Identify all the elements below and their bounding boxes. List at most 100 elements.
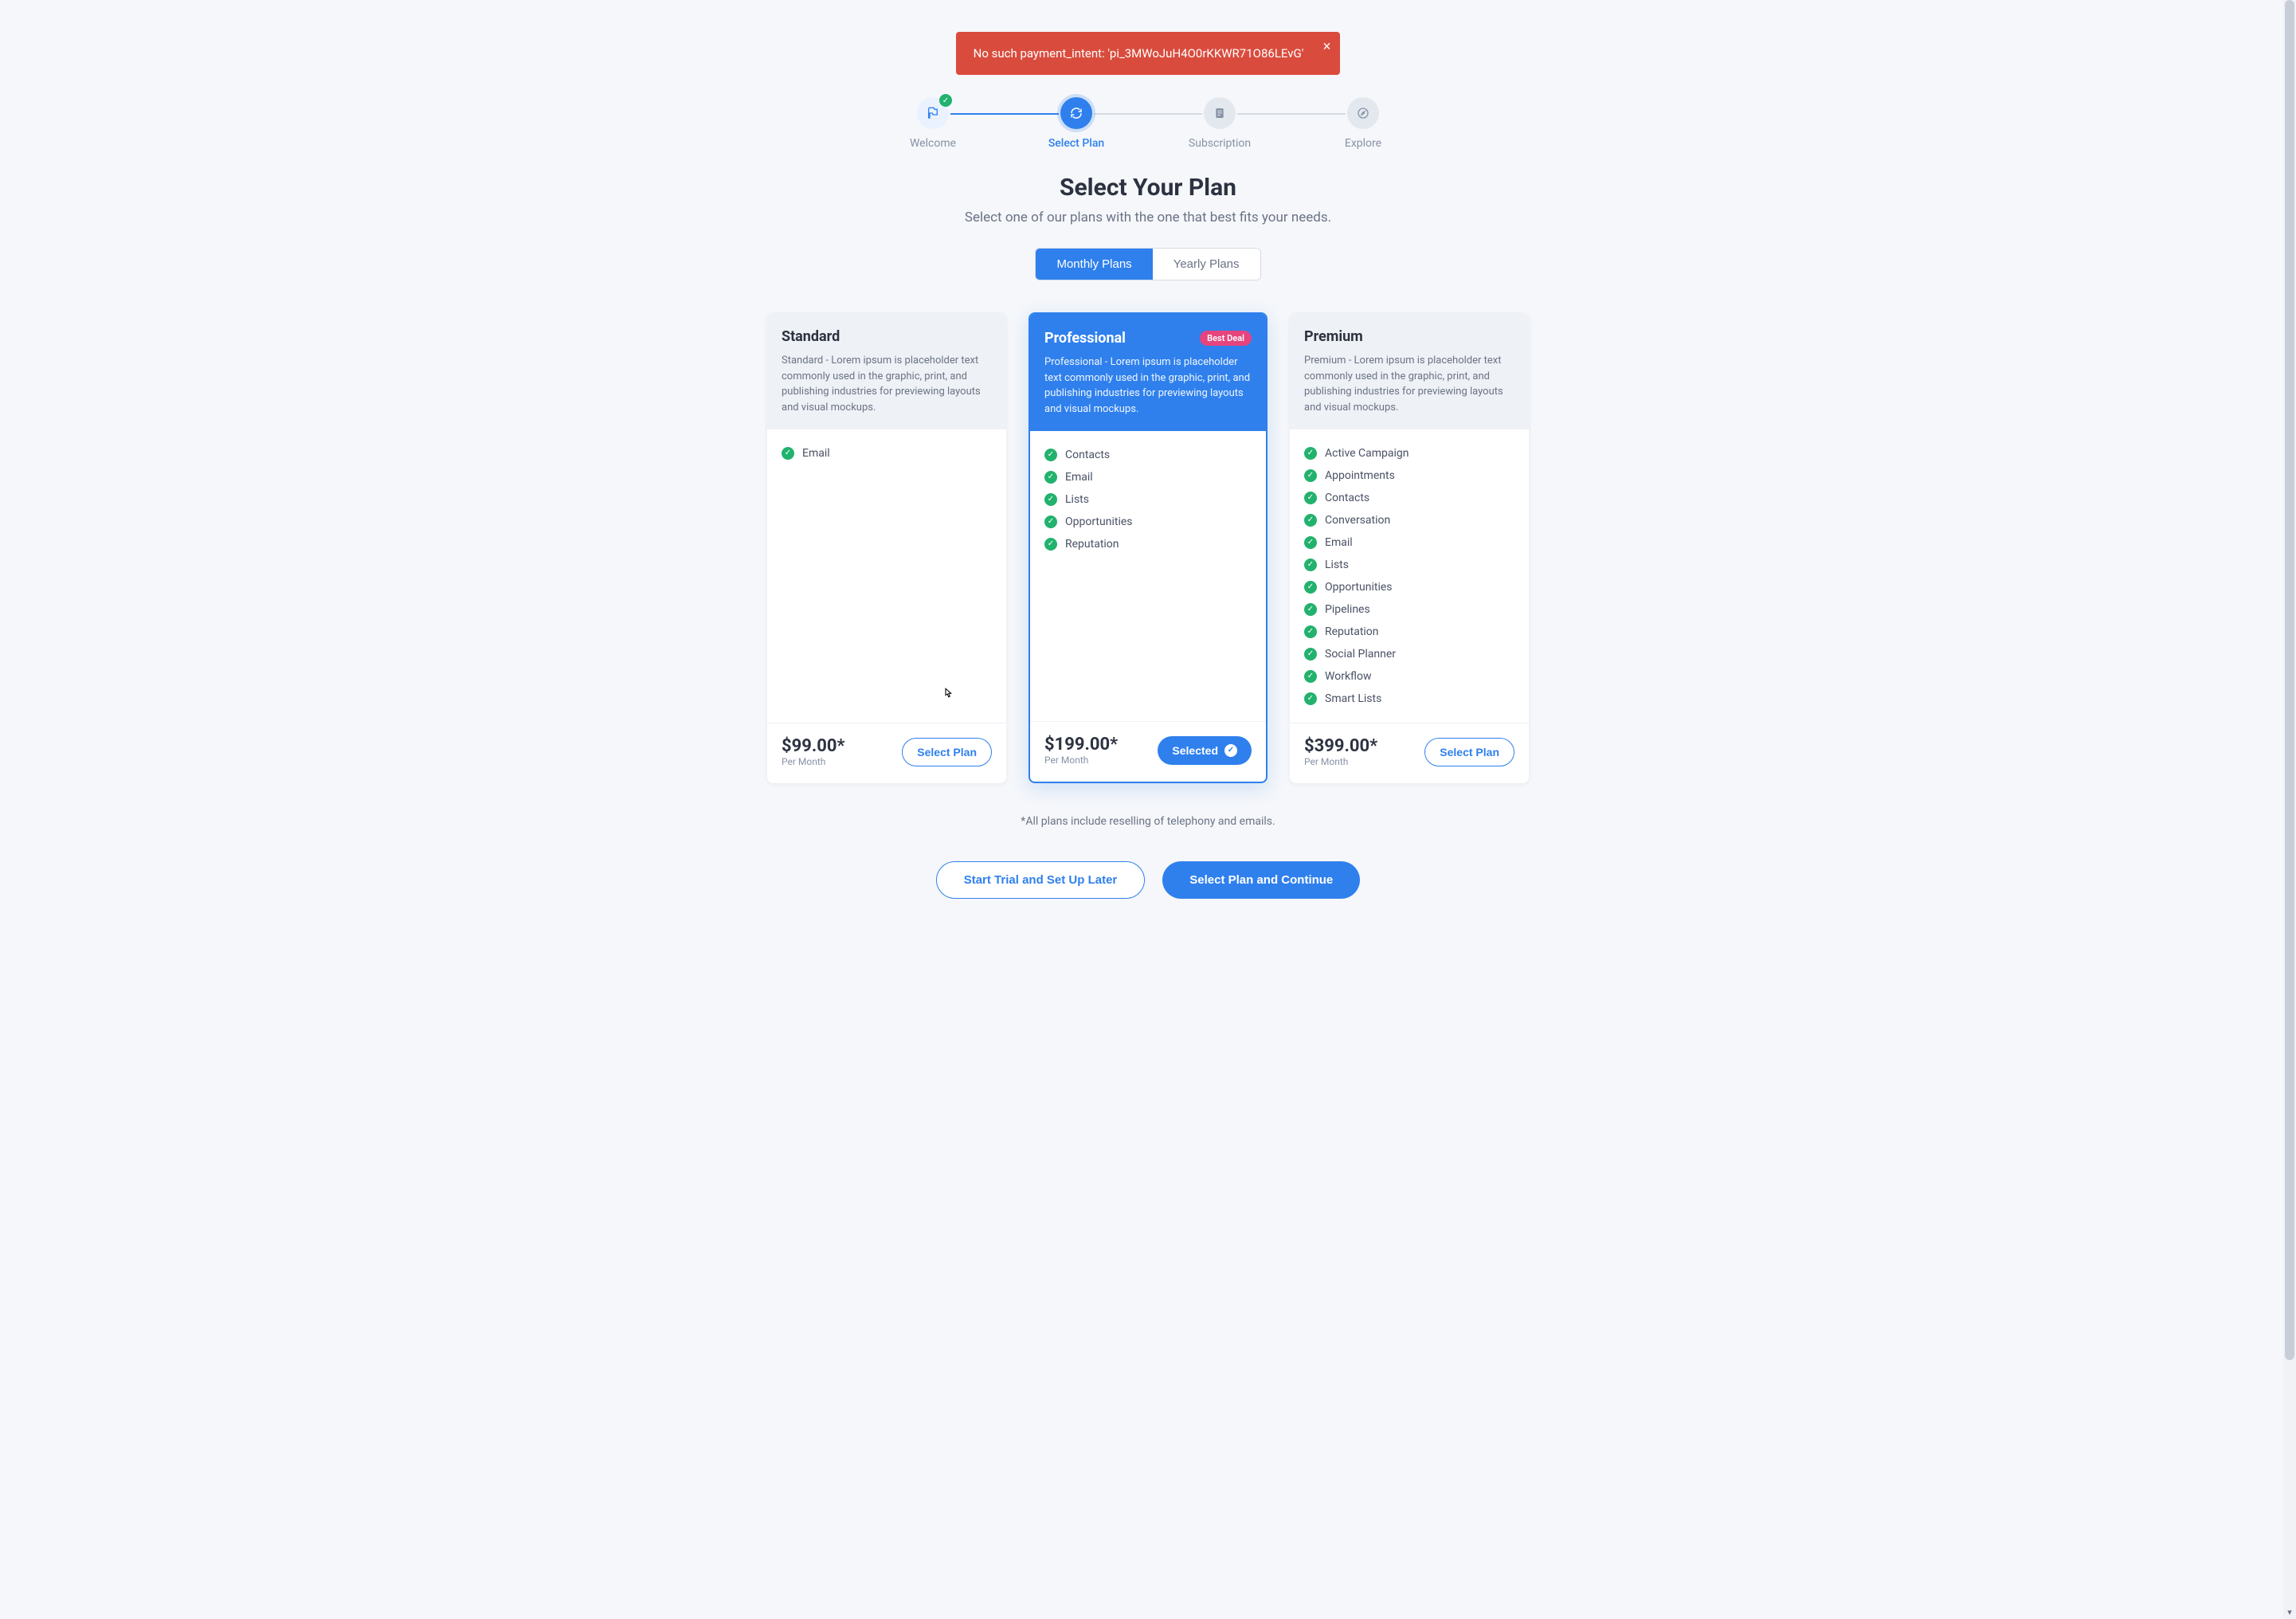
plan-price: $199.00* [1044,735,1118,755]
best-deal-badge: Best Deal [1200,331,1252,346]
check-icon: ✓ [1304,670,1317,683]
check-icon: ✓ [1224,744,1237,757]
cursor-icon [941,684,955,704]
feature-label: Reputation [1325,625,1379,638]
scrollbar-thumb[interactable] [2285,0,2294,1360]
feature-item: ✓ Contacts [1044,444,1252,466]
feature-item: ✓Opportunities [1304,576,1514,598]
plan-cards: Standard Standard - Lorem ipsum is place… [638,312,1658,783]
feature-item: ✓ Lists [1044,488,1252,511]
feature-label: Conversation [1325,514,1390,527]
feature-label: Contacts [1325,492,1369,504]
feature-label: Smart Lists [1325,692,1381,705]
feature-item: ✓ Active Campaign [1304,442,1514,465]
check-icon: ✓ [1044,449,1057,461]
feature-item: ✓Workflow [1304,665,1514,688]
selected-plan-button[interactable]: Selected ✓ [1158,736,1252,765]
check-icon: ✓ [1304,447,1317,460]
page-subtitle: Select one of our plans with the one tha… [638,210,1658,225]
error-alert: No such payment_intent: 'pi_3MWoJuH4O0rK… [956,32,1341,75]
plan-card-professional: Professional Best Deal Professional - Lo… [1028,312,1268,783]
feature-label: Pipelines [1325,603,1370,616]
step-welcome[interactable]: ✓ Welcome [861,97,1005,150]
plan-period: Per Month [782,756,844,767]
feature-label: Lists [1065,493,1089,506]
feature-list: ✓ Contacts ✓Email ✓ Lists ✓ Opportunities ✓… [1044,444,1252,555]
close-icon[interactable]: × [1323,40,1331,54]
feature-item: ✓ Conversation [1304,509,1514,531]
feature-list: ✓ Email [782,442,992,465]
plan-price: $99.00* [782,736,844,756]
bottom-actions: Start Trial and Set Up Later Select Plan… [638,861,1658,899]
feature-label: Active Campaign [1325,447,1409,460]
plan-period: Per Month [1044,755,1118,766]
price-block: $399.00* Per Month [1304,736,1377,767]
plan-card-premium: Premium Premium - Lorem ipsum is placeho… [1290,312,1529,783]
feature-label: Social Planner [1325,648,1396,661]
price-block: $99.00* Per Month [782,736,844,767]
yearly-plans-toggle[interactable]: Yearly Plans [1153,249,1260,280]
step-label: Subscription [1148,137,1291,150]
select-plan-continue-button[interactable]: Select Plan and Continue [1162,861,1360,899]
check-icon: ✓ [1044,538,1057,551]
feature-item: ✓Pipelines [1304,598,1514,621]
step-subscription[interactable]: Subscription [1148,97,1291,150]
page-heading: Select Your Plan [638,174,1658,202]
select-plan-button[interactable]: Select Plan [1424,738,1514,766]
plan-title: Standard [782,328,840,345]
chevron-down-icon[interactable]: ▾ [2283,1607,2296,1617]
check-icon: ✓ [1304,536,1317,549]
plan-description: Standard - Lorem ipsum is placeholder te… [782,353,992,415]
check-icon: ✓ [782,447,794,460]
step-explore[interactable]: Explore [1291,97,1435,150]
vertical-scrollbar[interactable]: ▾ [2283,0,2296,1619]
feature-item: ✓ Opportunities [1044,511,1252,533]
check-icon: ✓ [939,94,952,107]
feature-item: ✓ Appointments [1304,465,1514,487]
button-label: Selected [1172,744,1218,757]
feature-list: ✓ Active Campaign ✓ Appointments ✓ Contacts… [1304,442,1514,710]
check-icon: ✓ [1044,493,1057,506]
step-select-plan[interactable]: Select Plan [1005,97,1148,150]
check-icon: ✓ [1304,492,1317,504]
feature-label: Opportunities [1325,581,1393,594]
check-icon: ✓ [1304,514,1317,527]
plan-description: Premium - Lorem ipsum is placeholder tex… [1304,353,1514,415]
plan-price: $399.00* [1304,736,1377,756]
check-icon: ✓ [1044,515,1057,528]
feature-item: ✓Smart Lists [1304,688,1514,710]
feature-item: ✓ Email [782,442,992,465]
feature-item: ✓ Contacts [1304,487,1514,509]
check-icon: ✓ [1304,559,1317,571]
plan-title: Premium [1304,328,1363,345]
billing-toggle: Monthly Plans Yearly Plans [1035,248,1260,280]
monthly-plans-toggle[interactable]: Monthly Plans [1036,249,1152,280]
feature-label: Reputation [1065,538,1119,551]
progress-stepper: ✓ Welcome Select Plan Subscription Explo… [861,97,1435,150]
feature-label: Email [802,447,830,460]
feature-label: Contacts [1065,449,1110,461]
check-icon: ✓ [1044,471,1057,484]
check-icon: ✓ [1304,469,1317,482]
plan-card-standard: Standard Standard - Lorem ipsum is place… [767,312,1006,783]
price-block: $199.00* Per Month [1044,735,1118,766]
select-plan-button[interactable]: Select Plan [902,738,992,766]
refresh-icon [1060,97,1092,129]
feature-label: Appointments [1325,469,1395,482]
page-title: Select Your Plan [638,174,1658,202]
plans-footnote: *All plans include reselling of telephon… [638,815,1658,828]
compass-icon [1347,97,1379,129]
error-alert-message: No such payment_intent: 'pi_3MWoJuH4O0rK… [974,46,1304,61]
plan-title: Professional [1044,330,1126,347]
feature-item: ✓Reputation [1304,621,1514,643]
feature-label: Lists [1325,559,1349,571]
feature-item: ✓ Email [1304,531,1514,554]
plan-description: Professional - Lorem ipsum is placeholde… [1044,355,1252,417]
feature-label: Opportunities [1065,515,1133,528]
step-label: Explore [1291,137,1435,150]
feature-label: Email [1325,536,1353,549]
step-label: Welcome [861,137,1005,150]
check-icon: ✓ [1304,648,1317,661]
feature-item: ✓Email [1044,466,1252,488]
start-trial-button[interactable]: Start Trial and Set Up Later [936,861,1146,899]
